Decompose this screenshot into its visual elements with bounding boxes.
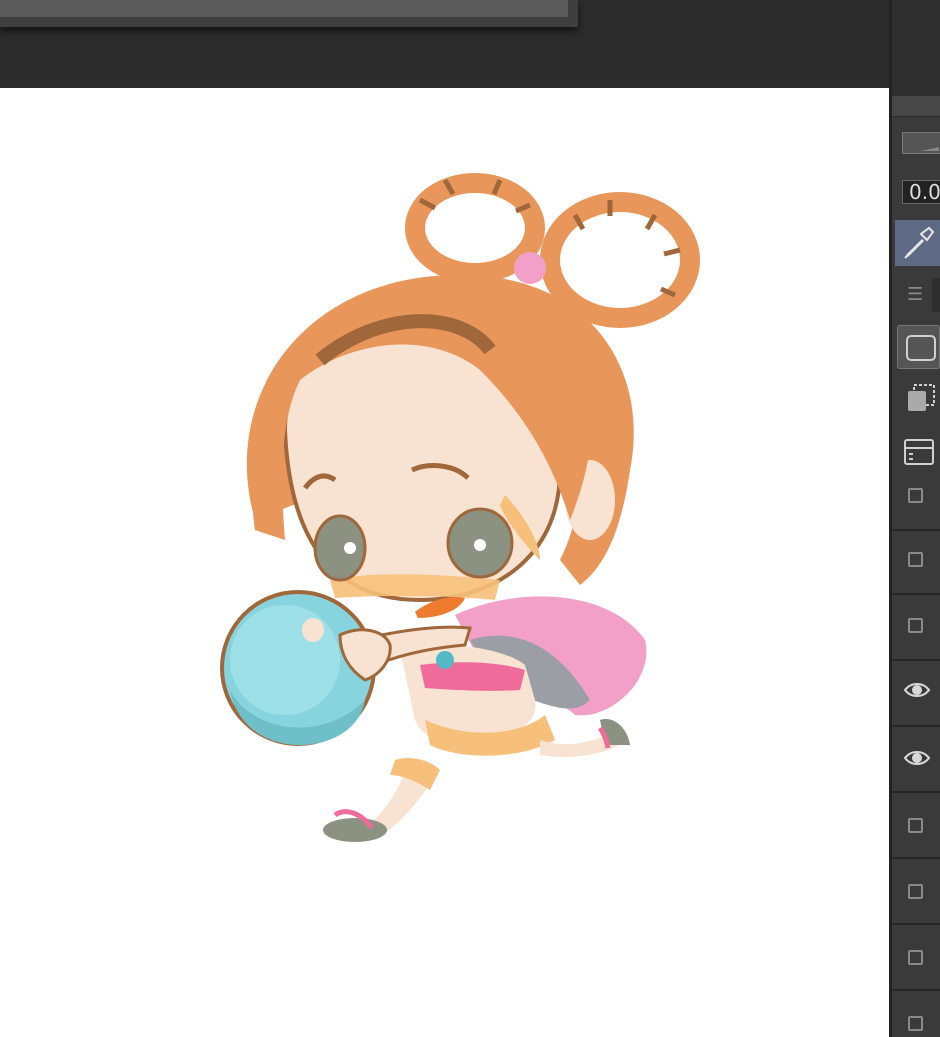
panel-menu[interactable]: ☰ <box>892 278 940 312</box>
duplicate-selection-button[interactable] <box>897 375 940 419</box>
eyedropper-icon <box>904 226 935 259</box>
eyedropper-tool-button[interactable] <box>895 220 940 266</box>
opacity-value-field[interactable]: 0.0 <box>902 180 940 204</box>
layer-row[interactable] <box>892 794 940 859</box>
layer-visibility-checkbox[interactable] <box>908 618 923 633</box>
layer-visibility-checkbox[interactable] <box>908 950 923 965</box>
layer-visibility-checkbox[interactable] <box>908 552 923 567</box>
hamburger-icon[interactable]: ☰ <box>907 286 923 304</box>
layer-row[interactable] <box>892 466 940 531</box>
new-layer-button[interactable] <box>897 325 940 369</box>
layer-row[interactable] <box>892 926 940 991</box>
rectangle-icon <box>906 335 936 361</box>
chibi-character-illustration <box>220 173 700 842</box>
eye-icon[interactable] <box>903 748 931 768</box>
panel-header <box>892 0 940 96</box>
panel-menu-divider <box>932 278 940 312</box>
layer-visibility-checkbox[interactable] <box>908 1016 923 1031</box>
layer-row[interactable] <box>892 860 940 925</box>
hair-tie <box>514 252 546 284</box>
selection-copy-icon <box>908 384 935 411</box>
front-shoe <box>323 818 387 842</box>
layer-visibility-checkbox[interactable] <box>908 884 923 899</box>
right-panel: 0.0 ☰ <box>889 0 940 1037</box>
floating-panel-titlebar[interactable] <box>0 0 568 17</box>
panel-tab-strip[interactable] <box>892 96 940 117</box>
left-eye <box>313 514 367 582</box>
layer-row[interactable] <box>892 596 940 661</box>
eye-icon[interactable] <box>903 680 931 700</box>
layer-row[interactable] <box>892 992 940 1037</box>
floating-panel-window[interactable] <box>0 0 578 27</box>
drawing-canvas[interactable] <box>0 88 889 1037</box>
layer-visibility-checkbox[interactable] <box>908 488 923 503</box>
pendant <box>436 651 454 669</box>
layer-row[interactable] <box>892 728 940 793</box>
layer-row[interactable] <box>892 662 940 727</box>
top-workspace-area <box>0 0 889 88</box>
layer-row[interactable] <box>892 530 940 595</box>
brush-size-slider[interactable] <box>902 132 940 154</box>
layer-visibility-checkbox[interactable] <box>908 818 923 833</box>
